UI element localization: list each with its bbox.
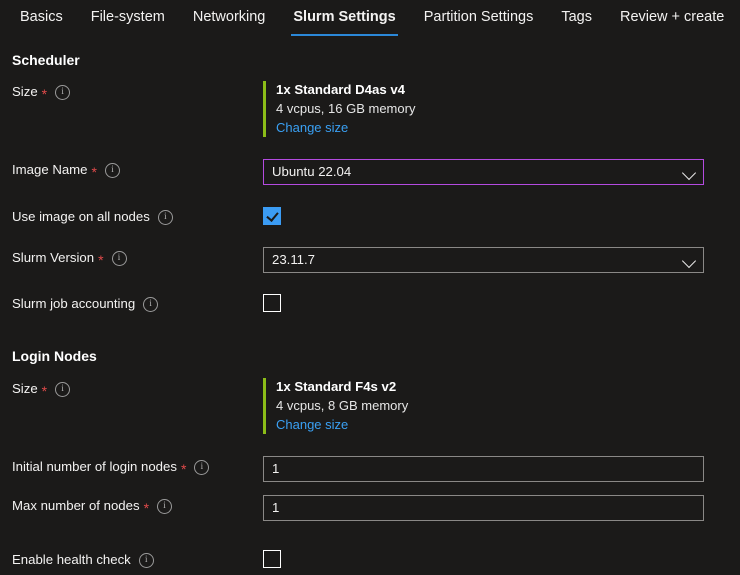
enable-health-check-control	[263, 549, 740, 568]
slurm-version-dropdown[interactable]: 23.11.7	[263, 247, 704, 273]
login-nodes-size-control: 1x Standard F4s v2 4 vcpus, 8 GB memory …	[263, 378, 740, 434]
label-slurm-job-accounting: Slurm job accounting	[12, 293, 263, 314]
tab-tags[interactable]: Tags	[547, 0, 606, 36]
label-image-name-text: Image Name	[12, 162, 88, 177]
image-name-dropdown[interactable]: Ubuntu 22.04	[263, 159, 704, 185]
row-enable-health-check: Enable health check	[0, 549, 740, 571]
row-scheduler-size: Size * 1x Standard D4as v4 4 vcpus, 16 G…	[0, 81, 740, 137]
image-name-control: Ubuntu 22.04	[263, 159, 740, 185]
info-icon[interactable]	[111, 250, 127, 266]
required-indicator: *	[98, 252, 104, 268]
use-image-all-nodes-control	[263, 206, 740, 225]
tab-file-system[interactable]: File-system	[77, 0, 179, 36]
scheduler-size-specs: 4 vcpus, 16 GB memory	[276, 101, 416, 116]
slurm-job-accounting-checkbox[interactable]	[263, 294, 281, 312]
info-icon[interactable]	[104, 162, 120, 178]
required-indicator: *	[41, 86, 48, 102]
label-enable-health-check: Enable health check	[12, 549, 263, 570]
chevron-down-icon	[681, 165, 697, 181]
label-max-nodes: Max number of nodes *	[12, 495, 263, 516]
scheduler-size-control: 1x Standard D4as v4 4 vcpus, 16 GB memor…	[263, 81, 740, 137]
label-use-image-all-nodes-text: Use image on all nodes	[12, 209, 150, 224]
label-max-nodes-text: Max number of nodes	[12, 498, 140, 513]
row-login-nodes-size: Size * 1x Standard F4s v2 4 vcpus, 8 GB …	[0, 378, 740, 434]
section-heading-login-nodes: Login Nodes	[12, 348, 97, 364]
tab-review-create[interactable]: Review + create	[606, 0, 738, 36]
row-initial-login-nodes: Initial number of login nodes * 1	[0, 456, 740, 482]
wizard-tab-strip: Basics File-system Networking Slurm Sett…	[0, 0, 740, 38]
required-indicator: *	[180, 461, 187, 477]
required-indicator: *	[91, 164, 97, 180]
info-icon[interactable]	[143, 296, 159, 312]
label-slurm-version: Slurm Version *	[12, 247, 263, 268]
info-icon[interactable]	[55, 84, 71, 100]
row-slurm-version: Slurm Version * 23.11.7	[0, 247, 740, 273]
label-scheduler-size-text: Size	[12, 84, 38, 99]
label-initial-login-nodes: Initial number of login nodes *	[12, 456, 263, 477]
chevron-down-icon	[681, 253, 697, 269]
image-name-value: Ubuntu 22.04	[272, 164, 352, 179]
row-use-image-all-nodes: Use image on all nodes	[0, 206, 740, 228]
label-slurm-version-text: Slurm Version	[12, 250, 95, 265]
slurm-job-accounting-control	[263, 293, 740, 312]
info-icon[interactable]	[157, 498, 173, 514]
scheduler-size-summary: 1x Standard D4as v4 4 vcpus, 16 GB memor…	[263, 81, 704, 137]
enable-health-check-checkbox[interactable]	[263, 550, 281, 568]
max-nodes-value: 1	[272, 500, 280, 515]
use-image-all-nodes-checkbox[interactable]	[263, 207, 281, 225]
info-icon[interactable]	[157, 209, 173, 225]
info-icon[interactable]	[194, 459, 210, 475]
row-max-nodes: Max number of nodes * 1	[0, 495, 740, 521]
label-slurm-job-accounting-text: Slurm job accounting	[12, 296, 136, 311]
slurm-settings-form: Scheduler Size * 1x Standard D4as v4 4 v…	[0, 51, 740, 571]
label-login-nodes-size-text: Size	[12, 381, 38, 396]
info-icon[interactable]	[55, 381, 71, 397]
tab-partition-settings[interactable]: Partition Settings	[410, 0, 548, 36]
initial-login-nodes-input[interactable]: 1	[263, 456, 704, 482]
scheduler-change-size-link[interactable]: Change size	[276, 118, 348, 137]
login-nodes-size-summary: 1x Standard F4s v2 4 vcpus, 8 GB memory …	[263, 378, 704, 434]
info-icon[interactable]	[138, 552, 154, 568]
login-nodes-change-size-link[interactable]: Change size	[276, 415, 348, 434]
label-use-image-all-nodes: Use image on all nodes	[12, 206, 263, 227]
slurm-version-value: 23.11.7	[272, 252, 316, 267]
initial-login-nodes-control: 1	[263, 456, 740, 482]
login-nodes-size-name: 1x Standard F4s v2	[276, 379, 397, 394]
tab-slurm-settings[interactable]: Slurm Settings	[279, 0, 409, 36]
label-image-name: Image Name *	[12, 159, 263, 180]
tab-basics[interactable]: Basics	[6, 0, 77, 36]
initial-login-nodes-value: 1	[272, 461, 280, 476]
label-initial-login-nodes-text: Initial number of login nodes	[12, 459, 177, 474]
max-nodes-control: 1	[263, 495, 740, 521]
label-scheduler-size: Size *	[12, 81, 263, 102]
slurm-version-control: 23.11.7	[263, 247, 740, 273]
max-nodes-input[interactable]: 1	[263, 495, 704, 521]
label-login-nodes-size: Size *	[12, 378, 263, 399]
login-nodes-size-specs: 4 vcpus, 8 GB memory	[276, 398, 409, 413]
row-slurm-job-accounting: Slurm job accounting	[0, 293, 740, 315]
section-heading-scheduler: Scheduler	[12, 52, 80, 68]
tab-networking[interactable]: Networking	[179, 0, 280, 36]
slurm-settings-page: Basics File-system Networking Slurm Sett…	[0, 0, 740, 575]
label-enable-health-check-text: Enable health check	[12, 552, 131, 567]
scheduler-size-name: 1x Standard D4as v4	[276, 82, 406, 97]
row-image-name: Image Name * Ubuntu 22.04	[0, 159, 740, 185]
required-indicator: *	[143, 500, 150, 516]
required-indicator: *	[41, 383, 48, 399]
